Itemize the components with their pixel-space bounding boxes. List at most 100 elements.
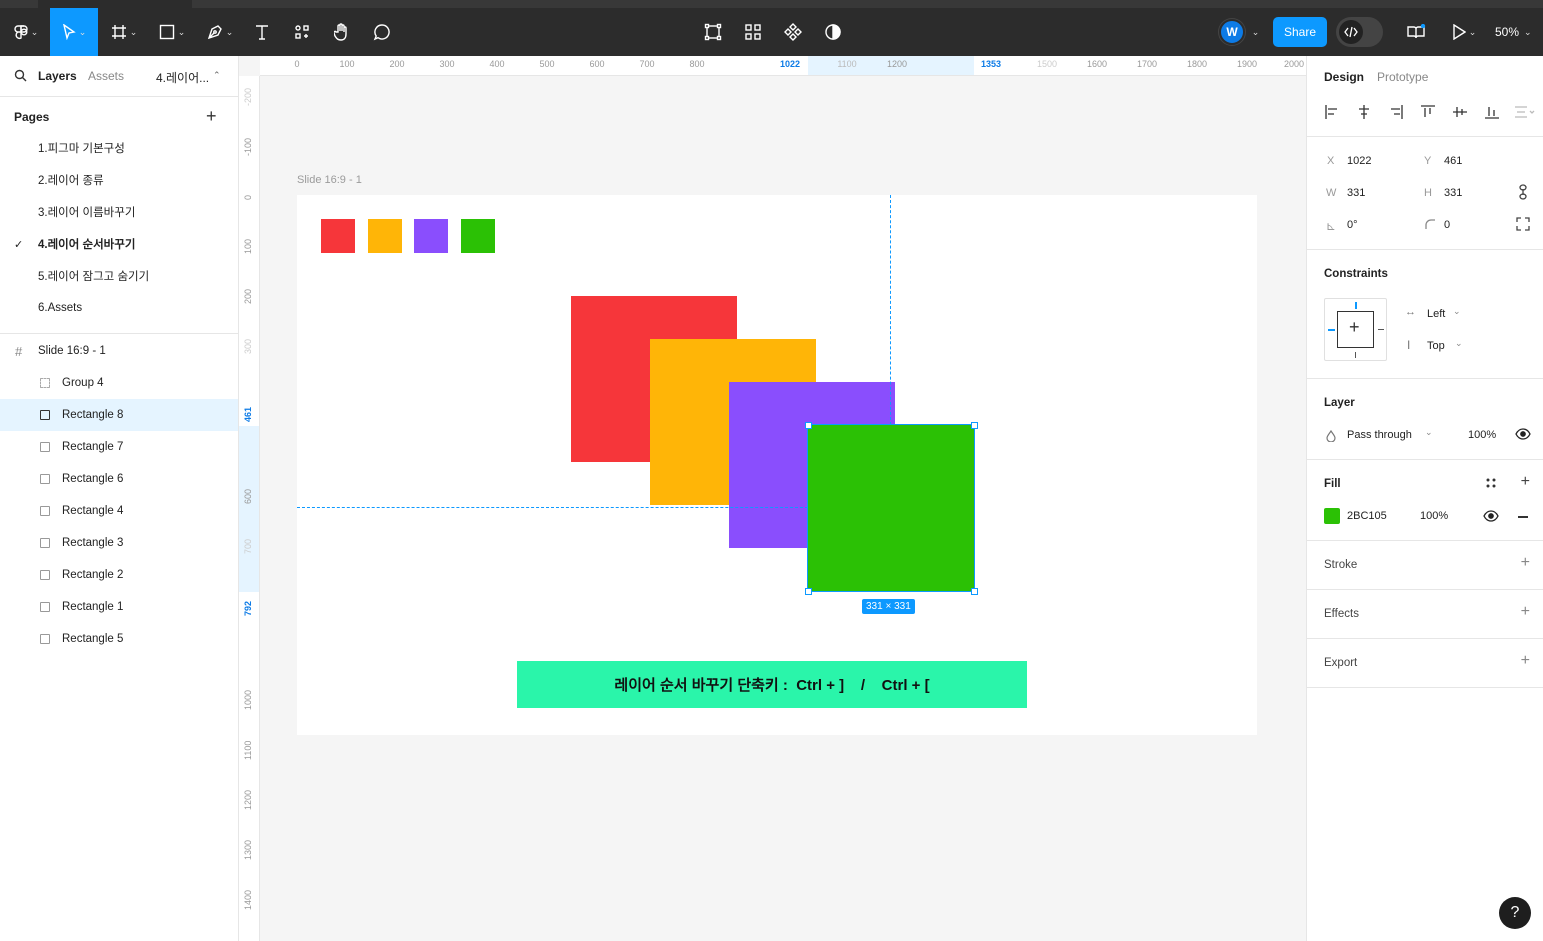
small-purple-square[interactable]: [414, 219, 448, 253]
constrain-proportions-icon[interactable]: [1517, 184, 1529, 200]
shortcut-banner[interactable]: 레이어 순서 바꾸기 단축키 : Ctrl + ] / Ctrl + [: [517, 661, 1027, 708]
layer-item[interactable]: Rectangle 7: [0, 431, 238, 463]
page-item[interactable]: 1.피그마 기본구성: [0, 132, 238, 164]
tab-prototype[interactable]: Prototype: [1377, 70, 1428, 84]
tab-design[interactable]: Design: [1324, 70, 1364, 84]
constraint-bottom-indicator[interactable]: [1355, 352, 1356, 358]
align-top-icon[interactable]: [1420, 104, 1436, 120]
tab-assets[interactable]: Assets: [88, 69, 124, 83]
resources-button[interactable]: [286, 8, 318, 56]
small-green-square[interactable]: [461, 219, 495, 253]
ruler-tick-selection-end: 792: [243, 600, 253, 616]
align-left-icon[interactable]: [1324, 104, 1340, 120]
fill-hex-field[interactable]: 2BC105: [1347, 510, 1387, 522]
shape-tool-button[interactable]: ⌄: [152, 8, 192, 56]
search-icon[interactable]: [14, 69, 27, 82]
layer-item-group[interactable]: Group 4: [0, 367, 238, 399]
share-button[interactable]: Share: [1273, 17, 1327, 47]
resize-handle[interactable]: [971, 422, 978, 429]
width-field[interactable]: 331: [1347, 187, 1365, 199]
layout-grid-button[interactable]: [737, 8, 769, 56]
fill-color-swatch[interactable]: [1324, 508, 1340, 524]
eye-icon[interactable]: [1515, 427, 1531, 441]
layer-item[interactable]: Rectangle 4: [0, 495, 238, 527]
constraint-right-indicator[interactable]: [1378, 329, 1384, 330]
move-tool-button[interactable]: ⌄: [50, 8, 98, 56]
frame-label[interactable]: Slide 16:9 - 1: [297, 174, 362, 186]
present-button[interactable]: ⌄: [1444, 8, 1484, 56]
rotation-field[interactable]: 0°: [1347, 219, 1358, 231]
fill-opacity-field[interactable]: 100%: [1420, 510, 1448, 522]
active-window-tab[interactable]: [38, 0, 192, 8]
tab-layers[interactable]: Layers: [38, 69, 77, 83]
constraint-top-indicator[interactable]: [1355, 302, 1357, 309]
chevron-down-icon[interactable]: ⌄: [1455, 338, 1463, 349]
text-tool-button[interactable]: [246, 8, 278, 56]
layer-item-frame[interactable]: # Slide 16:9 - 1: [0, 335, 238, 367]
resize-handle[interactable]: [971, 588, 978, 595]
small-yellow-square[interactable]: [368, 219, 402, 253]
x-field[interactable]: 1022: [1347, 155, 1371, 167]
constraint-left-indicator[interactable]: [1328, 329, 1335, 331]
layer-item-selected[interactable]: Rectangle 8: [0, 399, 238, 431]
add-export-icon[interactable]: +: [1521, 652, 1530, 670]
page-item[interactable]: 2.레이어 종류: [0, 164, 238, 196]
horizontal-constraint-select[interactable]: Left: [1427, 308, 1445, 320]
height-field[interactable]: 331: [1444, 187, 1462, 199]
main-menu-button[interactable]: ⌄: [6, 8, 46, 56]
chevron-down-icon[interactable]: ⌄: [1453, 306, 1461, 317]
hand-tool-button[interactable]: [326, 8, 358, 56]
layer-item[interactable]: Rectangle 1: [0, 591, 238, 623]
dev-mode-toggle[interactable]: [1336, 17, 1383, 47]
library-button[interactable]: [1400, 8, 1432, 56]
chevron-down-icon[interactable]: ⌄: [1425, 427, 1433, 438]
independent-corners-icon[interactable]: [1516, 217, 1530, 231]
theme-toggle-button[interactable]: [817, 8, 849, 56]
chevron-down-icon: ⌄: [1524, 26, 1532, 37]
canvas[interactable]: Slide 16:9 - 1 331 × 331 레이어 순서 바꾸기 단축키 …: [260, 76, 1306, 941]
add-fill-icon[interactable]: +: [1521, 473, 1530, 491]
page-item-active[interactable]: ✓ 4.레이어 순서바꾸기: [0, 228, 238, 260]
add-page-icon[interactable]: +: [206, 106, 217, 127]
multiplayer-menu-button[interactable]: ⌄: [1247, 8, 1261, 56]
current-page-dropdown[interactable]: 4.레이어...: [156, 69, 209, 86]
green-rectangle-selected[interactable]: [807, 424, 975, 592]
chevron-up-icon[interactable]: ⌃: [213, 70, 221, 81]
add-effect-icon[interactable]: +: [1521, 603, 1530, 621]
layer-item[interactable]: Rectangle 2: [0, 559, 238, 591]
layer-opacity-field[interactable]: 100%: [1468, 429, 1496, 441]
help-button[interactable]: ?: [1499, 897, 1531, 929]
small-red-square[interactable]: [321, 219, 355, 253]
avatar[interactable]: W: [1219, 19, 1245, 45]
page-item[interactable]: 5.레이어 잠그고 숨기기: [0, 260, 238, 292]
blend-mode-select[interactable]: Pass through: [1347, 429, 1412, 441]
component-button[interactable]: [777, 8, 809, 56]
page-item[interactable]: 3.레이어 이름바꾸기: [0, 196, 238, 228]
align-right-icon[interactable]: [1388, 104, 1404, 120]
eye-icon[interactable]: [1483, 509, 1499, 523]
edit-object-button[interactable]: [697, 8, 729, 56]
remove-fill-icon[interactable]: [1518, 516, 1528, 518]
comment-tool-button[interactable]: [366, 8, 398, 56]
align-vertical-center-icon[interactable]: [1452, 104, 1468, 120]
zoom-dropdown[interactable]: 50% ⌄: [1495, 8, 1532, 56]
align-bottom-icon[interactable]: [1484, 104, 1500, 120]
resize-handle[interactable]: [805, 588, 812, 595]
resize-handle[interactable]: [805, 422, 812, 429]
corner-radius-field[interactable]: 0: [1444, 219, 1450, 231]
styles-icon[interactable]: [1485, 477, 1497, 489]
page-item[interactable]: 6.Assets: [0, 292, 238, 324]
align-horizontal-center-icon[interactable]: [1356, 104, 1372, 120]
vertical-constraint-select[interactable]: Top: [1427, 340, 1445, 352]
rectangle-icon: [40, 602, 50, 612]
slide-frame[interactable]: 331 × 331 레이어 순서 바꾸기 단축키 : Ctrl + ] / Ct…: [297, 195, 1257, 735]
add-stroke-icon[interactable]: +: [1521, 554, 1530, 572]
layer-item[interactable]: Rectangle 3: [0, 527, 238, 559]
constraints-widget[interactable]: +: [1324, 298, 1387, 361]
pen-tool-button[interactable]: ⌄: [200, 8, 240, 56]
layer-item[interactable]: Rectangle 5: [0, 623, 238, 655]
distribute-icon[interactable]: [1514, 104, 1536, 120]
frame-tool-button[interactable]: ⌄: [104, 8, 144, 56]
layer-item[interactable]: Rectangle 6: [0, 463, 238, 495]
y-field[interactable]: 461: [1444, 155, 1462, 167]
